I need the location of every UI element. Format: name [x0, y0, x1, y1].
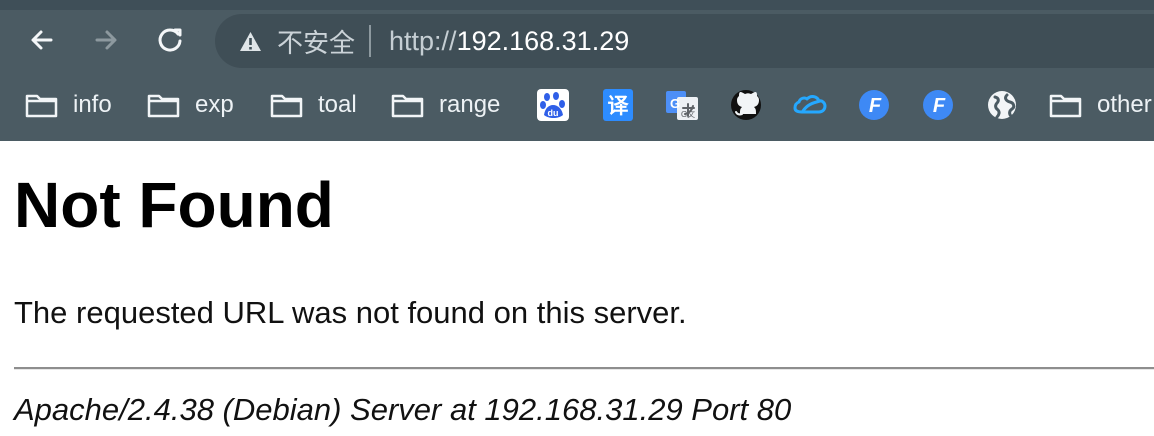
address-divider	[369, 25, 372, 57]
fast-f-icon: F	[923, 90, 953, 120]
address-bar[interactable]: 不安全 http://192.168.31.29	[215, 14, 1154, 68]
forward-button[interactable]	[86, 20, 126, 60]
horizontal-rule	[14, 367, 1154, 370]
google-translate-bookmark[interactable]: G G文	[665, 88, 699, 122]
folder-icon	[147, 91, 180, 119]
bookmark-folder-label: range	[439, 91, 501, 118]
fast-f-icon-text: F	[933, 95, 946, 117]
bookmark-folder-label: toal	[318, 91, 357, 118]
back-arrow-icon	[31, 30, 53, 50]
cloud-bookmark[interactable]	[793, 88, 827, 122]
fast-f-icon-text: F	[869, 95, 882, 117]
url-scheme: http://	[389, 25, 457, 56]
baidu-bookmark[interactable]: du	[536, 88, 570, 122]
folder-icon	[270, 91, 303, 119]
fast-bookmark-2[interactable]: F	[921, 88, 955, 122]
translate-bookmark[interactable]: 译	[601, 88, 635, 122]
globe-icon	[988, 91, 1016, 119]
globe-bookmark[interactable]	[985, 88, 1019, 122]
baidu-icon-text: du	[548, 108, 559, 118]
cloud-icon	[793, 95, 827, 114]
svg-text:G: G	[670, 96, 680, 111]
url-text[interactable]: http://192.168.31.29	[389, 26, 629, 57]
web-page-content: Not Found The requested URL was not foun…	[0, 141, 1154, 436]
back-button[interactable]	[22, 20, 62, 60]
server-signature: Apache/2.4.38 (Debian) Server at 192.168…	[14, 392, 792, 427]
github-bookmark[interactable]	[729, 88, 763, 122]
warning-triangle-icon[interactable]	[235, 26, 265, 56]
bookmark-folder-label: other	[1097, 91, 1152, 118]
browser-toolbar: 不安全 http://192.168.31.29 info exp toal r…	[0, 0, 1154, 141]
bookmark-folder-label: info	[73, 91, 112, 118]
address-toolbar: 不安全 http://192.168.31.29	[0, 0, 1154, 80]
url-host: 192.168.31.29	[456, 25, 630, 56]
fast-f-icon: F	[859, 90, 889, 120]
folder-icon	[391, 91, 424, 119]
google-translate-icon: G G文	[666, 91, 698, 120]
bookmark-folder-info[interactable]: info	[25, 88, 112, 122]
translate-icon: 译	[603, 89, 633, 121]
not-found-message: The requested URL was not found on this …	[14, 295, 687, 330]
folder-icon	[1049, 91, 1082, 119]
folder-icon	[25, 91, 58, 119]
reload-button[interactable]	[150, 20, 190, 60]
page-title: Not Found	[14, 169, 334, 241]
fast-bookmark-1[interactable]: F	[857, 88, 891, 122]
bookmark-folder-range[interactable]: range	[391, 88, 500, 122]
baidu-icon: du	[537, 89, 569, 121]
translate-icon-text: 译	[608, 94, 630, 118]
github-icon	[731, 90, 761, 120]
bookmark-folder-label: exp	[195, 91, 234, 118]
reload-icon	[158, 28, 182, 52]
security-status-text[interactable]: 不安全	[277, 23, 355, 60]
google-translate-icon-text: G文	[681, 109, 695, 119]
bookmark-folder-other[interactable]: other	[1049, 88, 1152, 122]
bookmark-folder-toal[interactable]: toal	[270, 88, 357, 122]
bookmark-folder-exp[interactable]: exp	[147, 88, 234, 122]
forward-arrow-icon	[95, 30, 117, 50]
